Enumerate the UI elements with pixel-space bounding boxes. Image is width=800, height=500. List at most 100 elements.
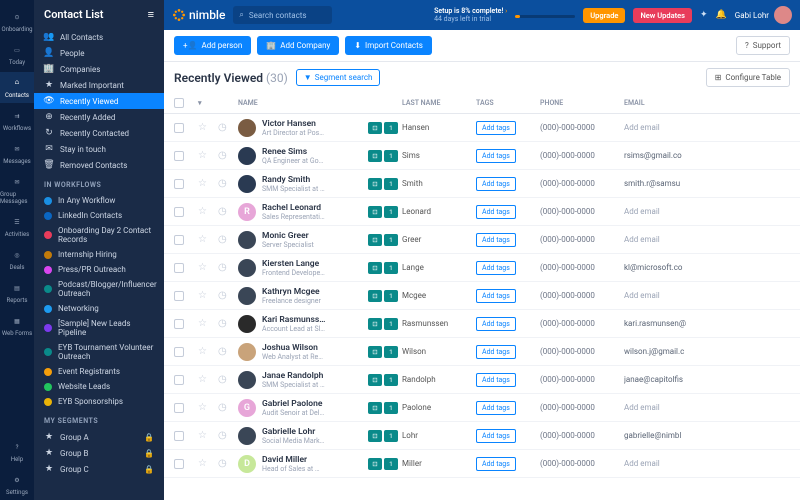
sparkle-icon[interactable]: ✦ bbox=[700, 10, 708, 20]
rail-workflows[interactable]: ⇉Workflows bbox=[0, 105, 34, 136]
table-row[interactable]: ☆◷Monic GreerServer Specialist⊡1GreerAdd… bbox=[164, 226, 800, 254]
row-checkbox[interactable] bbox=[174, 459, 184, 469]
support-button[interactable]: ?Support bbox=[736, 36, 790, 55]
table-row[interactable]: ☆◷Kathryn McgeeFreelance designer⊡1Mcgee… bbox=[164, 282, 800, 310]
star-icon[interactable]: ☆ bbox=[198, 178, 214, 189]
table-row[interactable]: ☆◷Janae RandolphSMM Specialist at …⊡1Ran… bbox=[164, 366, 800, 394]
table-row[interactable]: ☆◷DDavid MillerHead of Sales at …⊡1Mille… bbox=[164, 450, 800, 478]
sidebar-item-networking[interactable]: Networking bbox=[34, 301, 164, 316]
table-row[interactable]: ☆◷Renee SimsQA Engineer at Go…⊡1SimsAdd … bbox=[164, 142, 800, 170]
rail-help[interactable]: ?Help bbox=[0, 436, 34, 467]
star-icon[interactable]: ☆ bbox=[198, 402, 214, 413]
sidebar-item-onboarding-day-2-contact-[interactable]: Onboarding Day 2 Contact Records bbox=[34, 223, 164, 247]
upgrade-button[interactable]: Upgrade bbox=[583, 8, 625, 23]
row-checkbox[interactable] bbox=[174, 263, 184, 273]
rail-contacts[interactable]: ⩍Contacts bbox=[0, 72, 34, 103]
star-icon[interactable]: ☆ bbox=[198, 346, 214, 357]
table-row[interactable]: ☆◷Randy SmithSMM Specialist at …⊡1SmithA… bbox=[164, 170, 800, 198]
new-updates-button[interactable]: New Updates bbox=[633, 8, 692, 23]
sidebar-item-website-leads[interactable]: Website Leads bbox=[34, 379, 164, 394]
add-tags-button[interactable]: Add tags bbox=[476, 261, 516, 275]
add-company-button[interactable]: 🏢Add Company bbox=[257, 36, 339, 55]
rail-settings[interactable]: ⚙Settings bbox=[0, 469, 34, 500]
col-phone[interactable]: PHONE bbox=[540, 99, 620, 107]
app-logo[interactable]: nimble bbox=[172, 8, 225, 22]
email[interactable]: Add email bbox=[624, 235, 704, 244]
sidebar-item-all-contacts[interactable]: 👥All Contacts bbox=[34, 29, 164, 45]
sidebar-item-stay-in-touch[interactable]: ✉Stay in touch bbox=[34, 141, 164, 157]
star-icon[interactable]: ☆ bbox=[198, 430, 214, 441]
col-name[interactable]: NAME bbox=[238, 99, 398, 107]
sidebar-item-recently-added[interactable]: ⊕Recently Added bbox=[34, 109, 164, 125]
row-checkbox[interactable] bbox=[174, 235, 184, 245]
rail-onboarding[interactable]: ⊙Onboarding bbox=[0, 6, 34, 37]
row-checkbox[interactable] bbox=[174, 319, 184, 329]
rail-reports[interactable]: ▤Reports bbox=[0, 277, 34, 308]
email[interactable]: Add email bbox=[624, 403, 704, 412]
rail-deals[interactable]: ◎Deals bbox=[0, 244, 34, 275]
row-checkbox[interactable] bbox=[174, 291, 184, 301]
sidebar-item-people[interactable]: 👤People bbox=[34, 45, 164, 61]
sidebar-item-marked-important[interactable]: ★Marked Important bbox=[34, 77, 164, 93]
star-icon[interactable]: ☆ bbox=[198, 458, 214, 469]
table-row[interactable]: ☆◷Joshua WilsonWeb Analyst at Re…⊡1Wilso… bbox=[164, 338, 800, 366]
star-icon[interactable]: ☆ bbox=[198, 262, 214, 273]
sidebar-collapse-icon[interactable]: ≡ bbox=[148, 8, 154, 21]
sidebar-item-group-b[interactable]: ★Group B🔒 bbox=[34, 445, 164, 461]
rail-group-messages[interactable]: ✉Group Messages bbox=[0, 171, 34, 209]
table-row[interactable]: ☆◷Kari Rasmunss…Account Lead at Sl…⊡1Ras… bbox=[164, 310, 800, 338]
star-icon[interactable]: ☆ bbox=[198, 122, 214, 133]
sidebar-item-companies[interactable]: 🏢Companies bbox=[34, 61, 164, 77]
add-person-button[interactable]: +👤Add person bbox=[174, 36, 251, 55]
rail-today[interactable]: ▭Today bbox=[0, 39, 34, 70]
add-tags-button[interactable]: Add tags bbox=[476, 289, 516, 303]
sidebar-item-podcast-blogger-influence[interactable]: Podcast/Blogger/Influencer Outreach bbox=[34, 277, 164, 301]
search-input[interactable]: ⌕ Search contacts bbox=[233, 6, 331, 24]
row-checkbox[interactable] bbox=[174, 375, 184, 385]
sidebar-item-event-registrants[interactable]: Event Registrants bbox=[34, 364, 164, 379]
email[interactable]: Add email bbox=[624, 207, 704, 216]
sidebar-item-group-a[interactable]: ★Group A🔒 bbox=[34, 429, 164, 445]
add-tags-button[interactable]: Add tags bbox=[476, 233, 516, 247]
import-contacts-button[interactable]: ⬇Import Contacts bbox=[345, 36, 432, 55]
table-row[interactable]: ☆◷RRachel LeonardSales Representati…⊡1Le… bbox=[164, 198, 800, 226]
add-tags-button[interactable]: Add tags bbox=[476, 149, 516, 163]
sidebar-item-linkedin-contacts[interactable]: LinkedIn Contacts bbox=[34, 208, 164, 223]
sidebar-item-group-c[interactable]: ★Group C🔒 bbox=[34, 461, 164, 477]
row-checkbox[interactable] bbox=[174, 207, 184, 217]
add-tags-button[interactable]: Add tags bbox=[476, 429, 516, 443]
add-tags-button[interactable]: Add tags bbox=[476, 457, 516, 471]
col-email[interactable]: EMAIL bbox=[624, 99, 704, 107]
row-checkbox[interactable] bbox=[174, 151, 184, 161]
row-checkbox[interactable] bbox=[174, 403, 184, 413]
bell-icon[interactable]: 🔔 bbox=[716, 10, 727, 20]
rail-activities[interactable]: ☰Activities bbox=[0, 211, 34, 242]
star-icon[interactable]: ☆ bbox=[198, 206, 214, 217]
sidebar-item-removed-contacts[interactable]: 🗑Removed Contacts bbox=[34, 157, 164, 173]
sidebar-item-recently-contacted[interactable]: ↻Recently Contacted bbox=[34, 125, 164, 141]
sidebar-item-eyb-sponsorships[interactable]: EYB Sponsorships bbox=[34, 394, 164, 409]
email[interactable]: Add email bbox=[624, 123, 704, 132]
add-tags-button[interactable]: Add tags bbox=[476, 121, 516, 135]
col-tags[interactable]: TAGS bbox=[476, 99, 536, 107]
sidebar-item-internship-hiring[interactable]: Internship Hiring bbox=[34, 247, 164, 262]
configure-table-button[interactable]: ⊞Configure Table bbox=[706, 68, 790, 87]
setup-progress[interactable]: Setup is 8% complete! › 44 days left in … bbox=[434, 7, 507, 24]
sidebar-item-recently-viewed[interactable]: 👁Recently Viewed bbox=[34, 93, 164, 109]
star-icon[interactable]: ☆ bbox=[198, 150, 214, 161]
row-checkbox[interactable] bbox=[174, 347, 184, 357]
add-tags-button[interactable]: Add tags bbox=[476, 345, 516, 359]
star-icon[interactable]: ☆ bbox=[198, 318, 214, 329]
row-checkbox[interactable] bbox=[174, 431, 184, 441]
row-checkbox[interactable] bbox=[174, 123, 184, 133]
rail-messages[interactable]: ✉Messages bbox=[0, 138, 34, 169]
table-row[interactable]: ☆◷Kiersten LangeFrontend Develope…⊡1Lang… bbox=[164, 254, 800, 282]
add-tags-button[interactable]: Add tags bbox=[476, 205, 516, 219]
select-all-checkbox[interactable] bbox=[174, 98, 184, 108]
rail-web-forms[interactable]: ▦Web Forms bbox=[0, 310, 34, 341]
table-row[interactable]: ☆◷Victor HansenArt Director at Pos…⊡1Han… bbox=[164, 114, 800, 142]
col-last[interactable]: LAST NAME bbox=[402, 99, 472, 107]
sidebar-item-in-any-workflow[interactable]: In Any Workflow bbox=[34, 193, 164, 208]
sidebar-item-press-pr-outreach[interactable]: Press/PR Outreach bbox=[34, 262, 164, 277]
user-menu[interactable]: Gabi Lohr bbox=[735, 6, 792, 24]
